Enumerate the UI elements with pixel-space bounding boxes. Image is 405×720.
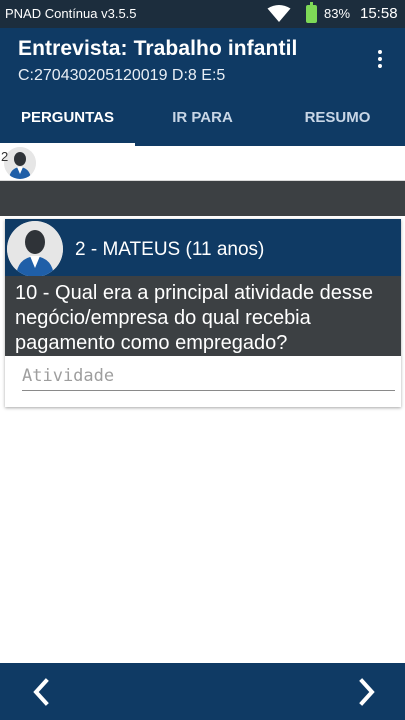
tab-resumo[interactable]: RESUMO bbox=[270, 92, 405, 146]
clock: 15:58 bbox=[360, 5, 398, 22]
tab-ir-para[interactable]: IR PARA bbox=[135, 92, 270, 146]
page-subtitle: C:270430205120019 D:8 E:5 bbox=[18, 67, 226, 84]
page-title: Entrevista: Trabalho infantil bbox=[18, 37, 298, 60]
question-card: 2 - MATEUS (11 anos) 10 - Qual era a pri… bbox=[5, 219, 401, 407]
wifi-icon bbox=[267, 5, 291, 22]
app-bar: Entrevista: Trabalho infantil C:27043020… bbox=[0, 28, 405, 92]
tab-bar: PERGUNTAS IR PARA RESUMO bbox=[0, 92, 405, 146]
app-version-label: PNAD Contínua v3.5.5 bbox=[5, 6, 137, 21]
person-strip[interactable]: 2 bbox=[0, 146, 405, 181]
more-vert-icon[interactable] bbox=[374, 50, 386, 72]
chevron-left-icon[interactable] bbox=[24, 675, 60, 709]
section-divider-bar bbox=[0, 181, 405, 216]
question-text: 10 - Qual era a principal atividade dess… bbox=[5, 276, 401, 356]
tab-perguntas[interactable]: PERGUNTAS bbox=[0, 92, 135, 146]
activity-input[interactable] bbox=[22, 363, 395, 391]
avatar[interactable] bbox=[4, 147, 36, 179]
status-bar: PNAD Contínua v3.5.5 83% 15:58 bbox=[0, 0, 405, 28]
bottom-nav-bar bbox=[0, 663, 405, 720]
avatar bbox=[7, 221, 63, 277]
battery-icon bbox=[306, 2, 317, 23]
person-name: 2 - MATEUS (11 anos) bbox=[75, 239, 265, 260]
person-number: 2 bbox=[1, 149, 9, 164]
chevron-right-icon[interactable] bbox=[349, 675, 385, 709]
battery-percent: 83% bbox=[324, 6, 351, 21]
card-header: 2 - MATEUS (11 anos) bbox=[5, 219, 401, 276]
